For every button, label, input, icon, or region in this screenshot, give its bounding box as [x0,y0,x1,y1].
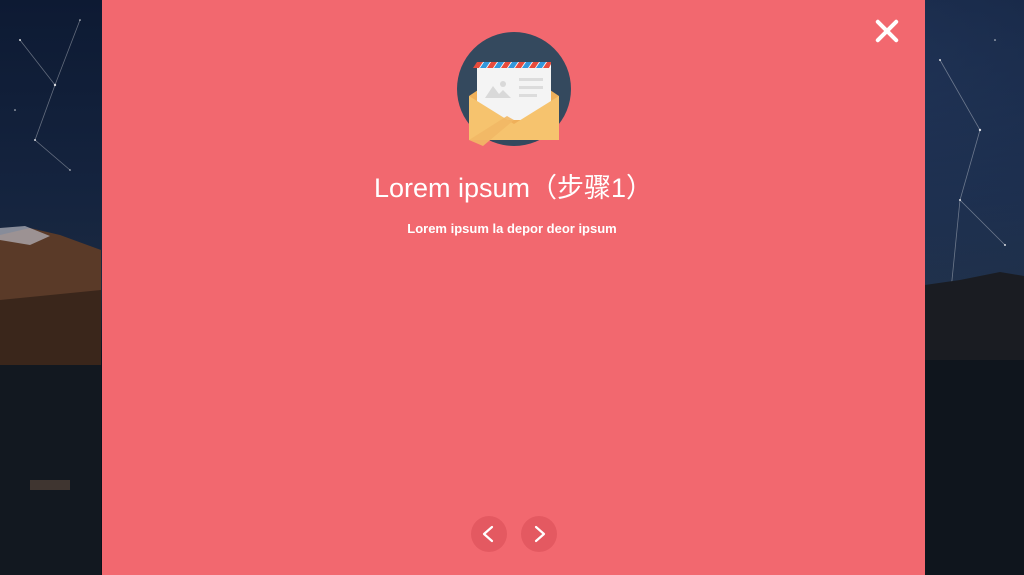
close-button[interactable] [874,18,900,44]
modal-title: Lorem ipsum（步骤1） [373,173,654,203]
envelope-letter-icon [457,32,571,146]
screen: Lorem ipsum（步骤1） Lorem ipsum la depor de… [0,0,1024,575]
previous-step-button[interactable] [471,516,507,552]
next-step-button[interactable] [521,516,557,552]
onboarding-modal: Lorem ipsum（步骤1） Lorem ipsum la depor de… [102,0,925,575]
modal-subtitle: Lorem ipsum la depor deor ipsum [407,221,617,236]
chevron-right-icon [534,525,546,543]
chevron-left-icon [482,525,494,543]
